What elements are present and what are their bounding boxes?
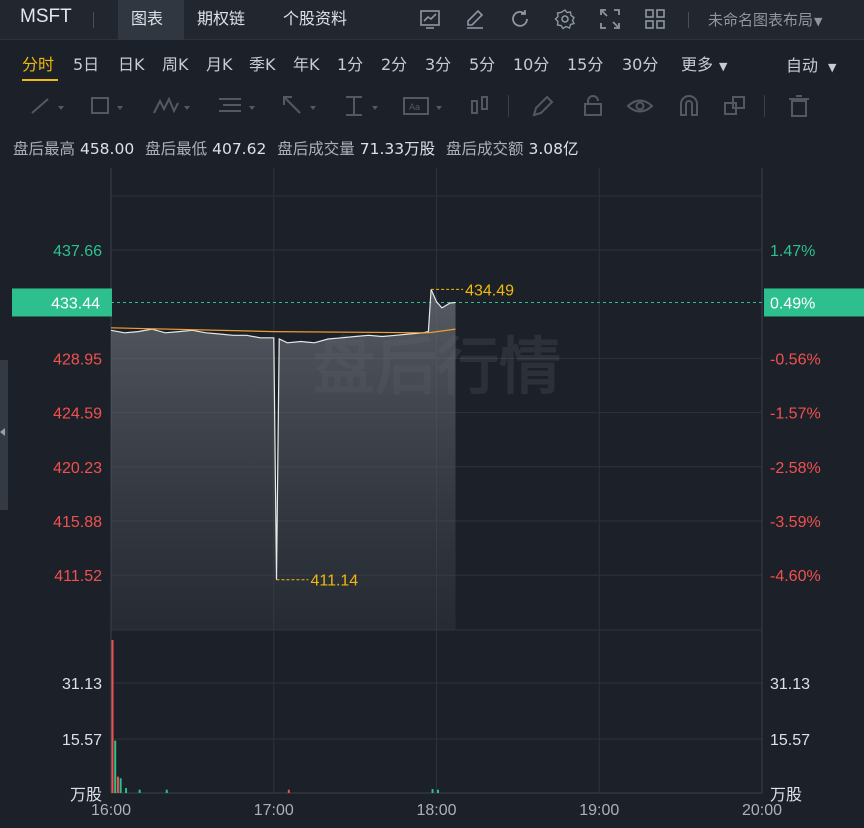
- volume-tick-label: 15.57: [770, 732, 810, 749]
- annotation-label: 434.49: [465, 282, 514, 299]
- volume-tick-label: 31.13: [770, 676, 810, 693]
- pct-tick-label: -1.57%: [770, 406, 821, 423]
- pct-tick-label: -3.59%: [770, 514, 821, 531]
- volume-bar: [125, 788, 128, 793]
- pct-tick-label: -2.58%: [770, 460, 821, 477]
- price-tick-label: 415.88: [53, 514, 102, 531]
- price-tick-label: 437.66: [53, 243, 102, 260]
- pct-tick-label: -4.60%: [770, 568, 821, 585]
- price-tick-label: 420.23: [53, 460, 102, 477]
- volume-bar: [114, 740, 117, 793]
- time-tick-label: 17:00: [254, 802, 294, 819]
- volume-bar: [119, 778, 122, 793]
- volume-tick-label: 31.13: [62, 676, 102, 693]
- intraday-chart[interactable]: 盘后行情 411.14434.49 437.66433.44428.95424.…: [0, 0, 864, 828]
- price-tick-label: 424.59: [53, 406, 102, 423]
- pct-tick-label: 1.47%: [770, 243, 815, 260]
- volume-bar: [287, 789, 290, 793]
- time-tick-label: 20:00: [742, 802, 782, 819]
- volume-bar: [165, 789, 168, 793]
- current-price-label: 433.44: [51, 295, 100, 312]
- time-tick-label: 16:00: [91, 802, 131, 819]
- time-tick-label: 18:00: [416, 802, 456, 819]
- pct-tick-label: -0.56%: [770, 351, 821, 368]
- volume-bar: [138, 789, 141, 793]
- price-tick-label: 411.52: [54, 568, 102, 585]
- volume-bar: [437, 789, 439, 793]
- time-tick-label: 19:00: [579, 802, 619, 819]
- annotation-label: 411.14: [310, 573, 358, 590]
- volume-tick-label: 15.57: [62, 732, 102, 749]
- volume-bar: [111, 640, 114, 793]
- price-tick-label: 428.95: [53, 351, 102, 368]
- collapse-arrow-icon: [0, 428, 5, 436]
- volume-bar: [431, 789, 434, 793]
- volume-bar: [116, 776, 119, 793]
- current-pct-label: 0.49%: [770, 295, 815, 312]
